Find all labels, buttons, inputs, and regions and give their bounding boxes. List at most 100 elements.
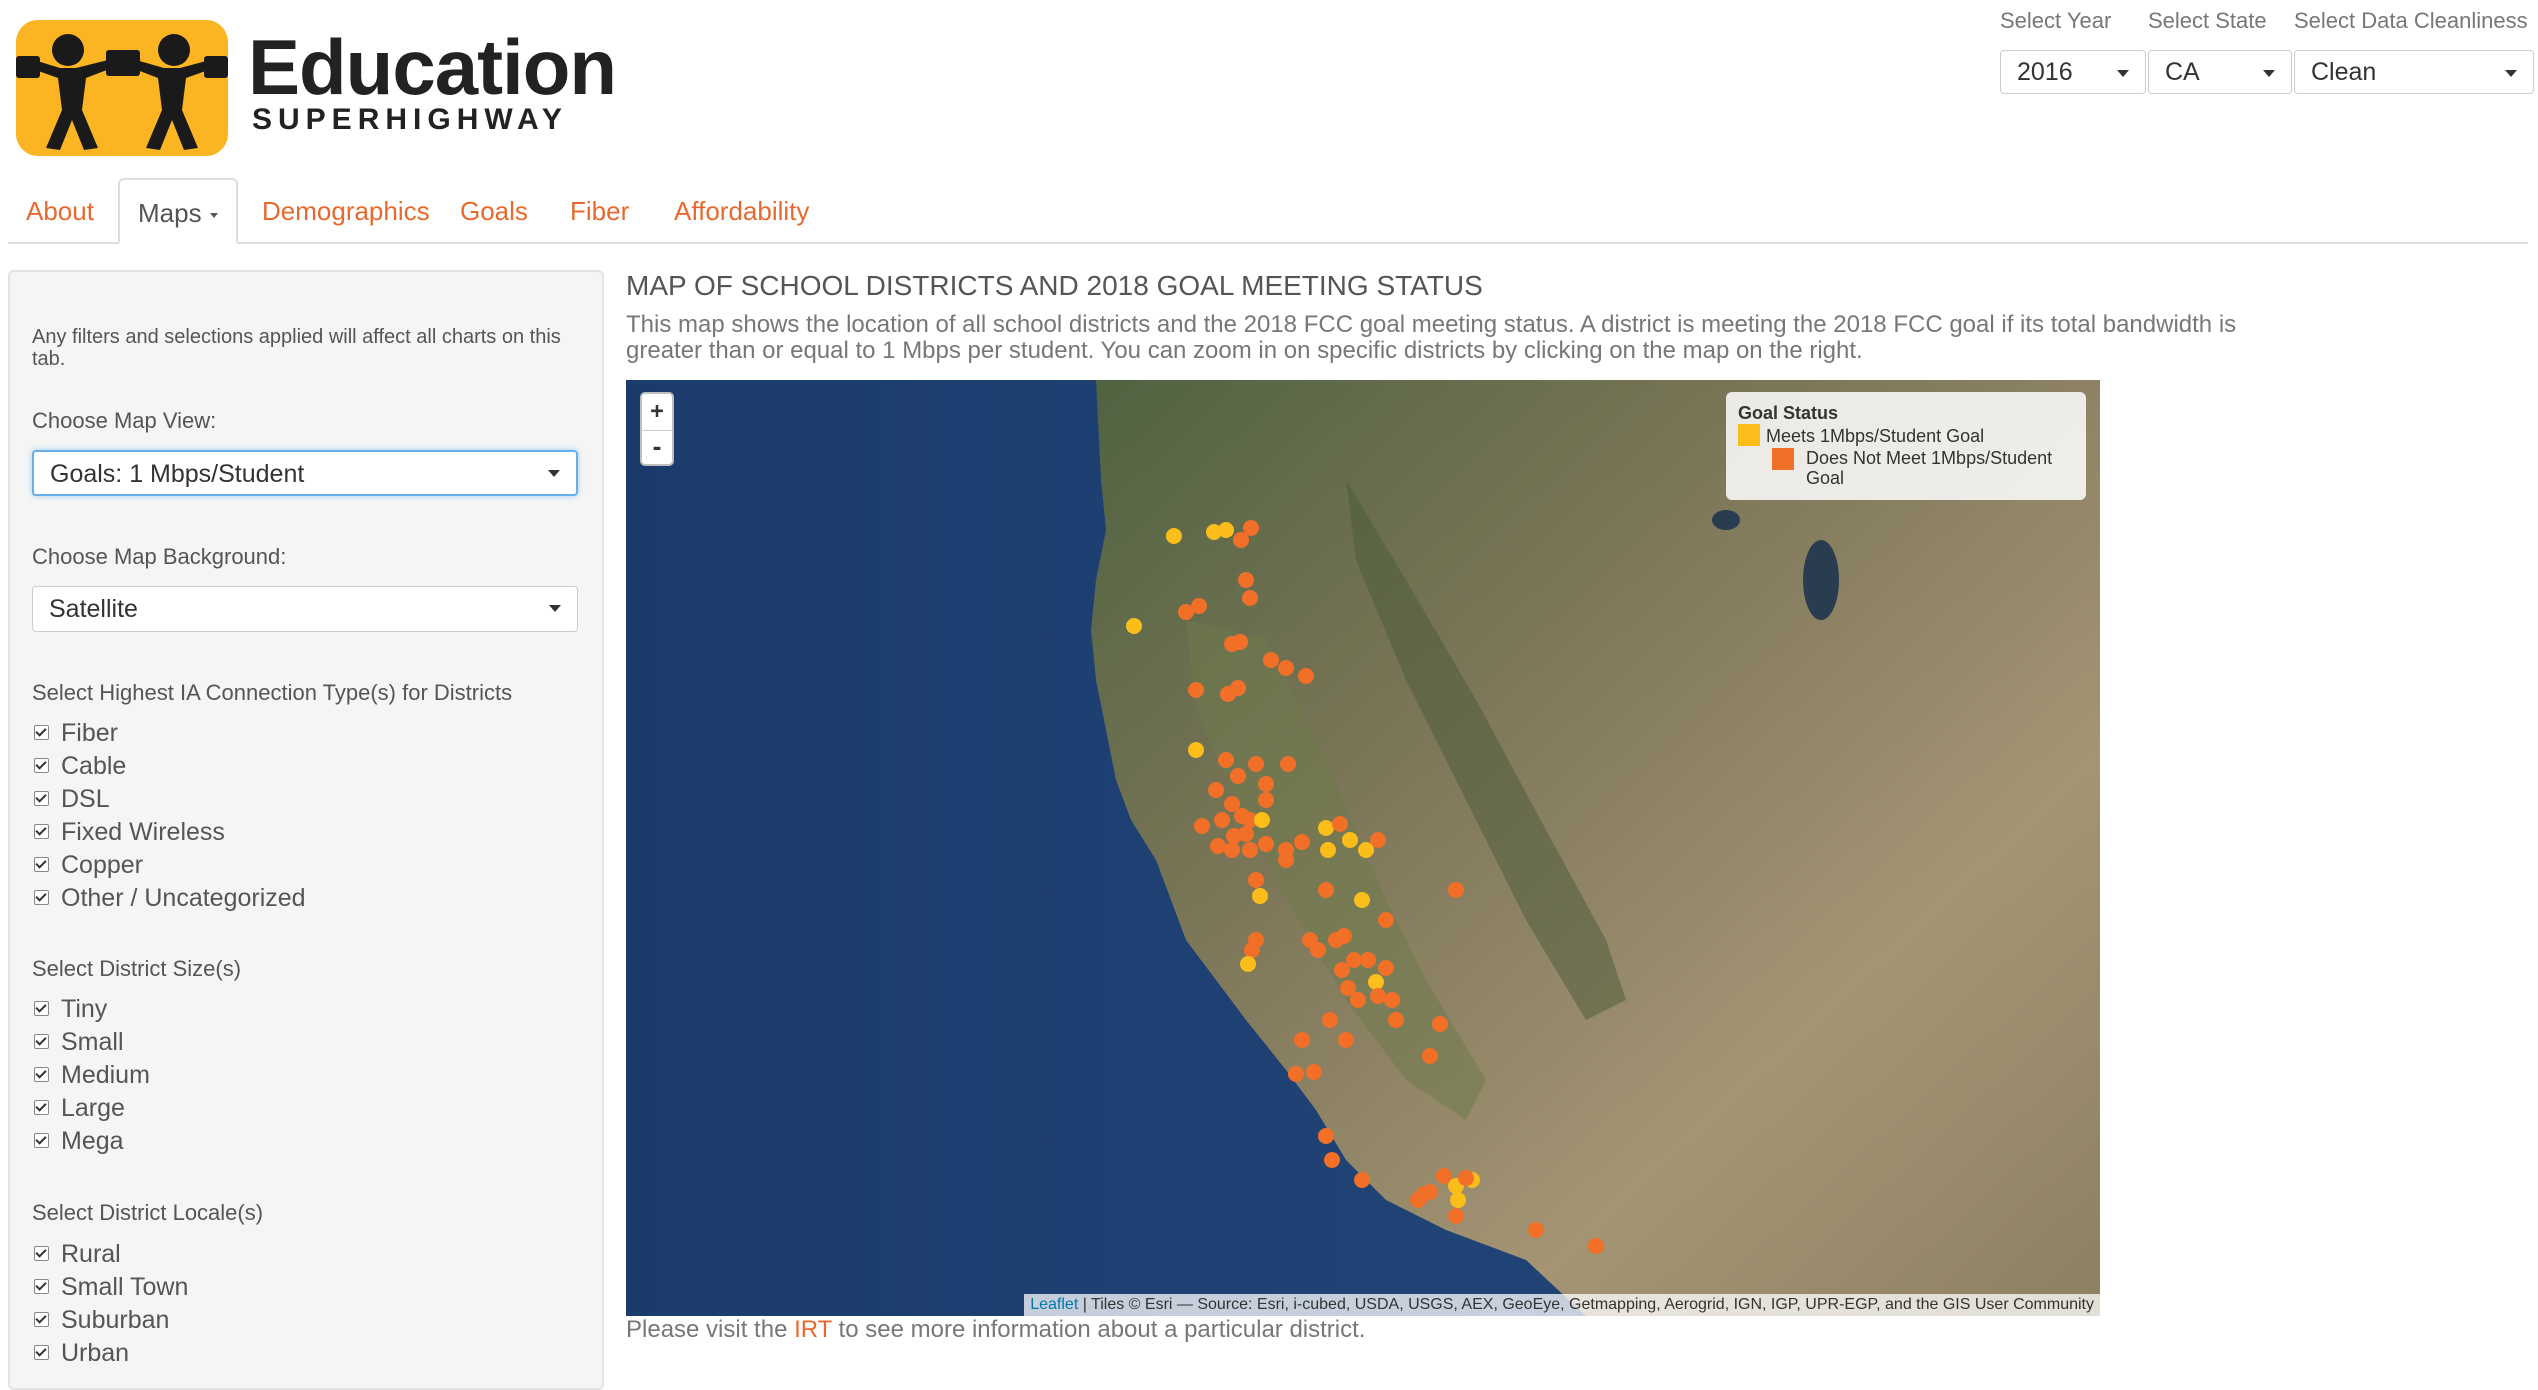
district-marker[interactable]: [1258, 792, 1274, 808]
district-marker[interactable]: [1432, 1016, 1448, 1032]
cleanliness-select[interactable]: Clean: [2294, 50, 2534, 94]
district-marker[interactable]: [1588, 1238, 1604, 1254]
tab-about[interactable]: About: [8, 178, 112, 242]
district-marker[interactable]: [1422, 1184, 1438, 1200]
district-marker[interactable]: [1388, 1012, 1404, 1028]
district-marker[interactable]: [1210, 838, 1226, 854]
checkbox-mega[interactable]: Mega: [34, 1126, 124, 1156]
district-marker[interactable]: [1230, 680, 1246, 696]
district-marker[interactable]: [1244, 942, 1260, 958]
checkbox-checked-icon[interactable]: [34, 1067, 49, 1082]
district-marker[interactable]: [1354, 1172, 1370, 1188]
tab-goals[interactable]: Goals: [442, 178, 546, 242]
district-marker[interactable]: [1306, 1064, 1322, 1080]
district-marker[interactable]: [1350, 992, 1366, 1008]
district-marker[interactable]: [1263, 652, 1279, 668]
district-marker[interactable]: [1450, 1192, 1466, 1208]
checkbox-other[interactable]: Other / Uncategorized: [34, 883, 306, 913]
district-marker[interactable]: [1252, 888, 1268, 904]
district-marker[interactable]: [1166, 528, 1182, 544]
district-marker[interactable]: [1233, 532, 1249, 548]
district-marker[interactable]: [1224, 842, 1240, 858]
map-view-select[interactable]: Goals: 1 Mbps/Student: [32, 450, 578, 496]
checkbox-copper[interactable]: Copper: [34, 850, 143, 880]
district-marker[interactable]: [1191, 598, 1207, 614]
checkbox-checked-icon[interactable]: [34, 857, 49, 872]
district-marker[interactable]: [1338, 1032, 1354, 1048]
district-marker[interactable]: [1242, 842, 1258, 858]
district-marker[interactable]: [1188, 742, 1204, 758]
district-marker[interactable]: [1294, 834, 1310, 850]
checkbox-tiny[interactable]: Tiny: [34, 994, 107, 1024]
district-marker[interactable]: [1194, 818, 1210, 834]
district-marker[interactable]: [1298, 668, 1314, 684]
checkbox-fiber[interactable]: Fiber: [34, 718, 118, 748]
district-marker[interactable]: [1458, 1170, 1474, 1186]
district-marker[interactable]: [1322, 1012, 1338, 1028]
district-marker[interactable]: [1288, 1066, 1304, 1082]
district-marker[interactable]: [1360, 952, 1376, 968]
district-marker[interactable]: [1448, 1208, 1464, 1224]
district-marker[interactable]: [1278, 660, 1294, 676]
district-marker[interactable]: [1208, 782, 1224, 798]
district-marker[interactable]: [1332, 816, 1348, 832]
year-select[interactable]: 2016: [2000, 50, 2146, 94]
tab-maps[interactable]: Maps: [118, 178, 238, 244]
checkbox-cable[interactable]: Cable: [34, 751, 126, 781]
irt-link[interactable]: IRT: [794, 1316, 832, 1343]
district-map[interactable]: + - Goal Status Meets 1Mbps/Student Goal…: [626, 380, 2100, 1316]
district-marker[interactable]: [1310, 942, 1326, 958]
checkbox-checked-icon[interactable]: [34, 725, 49, 740]
checkbox-medium[interactable]: Medium: [34, 1060, 150, 1090]
district-marker[interactable]: [1248, 872, 1264, 888]
district-marker[interactable]: [1342, 832, 1358, 848]
checkbox-suburban[interactable]: Suburban: [34, 1305, 169, 1335]
district-marker[interactable]: [1354, 892, 1370, 908]
map-background-select[interactable]: Satellite: [32, 586, 578, 632]
district-marker[interactable]: [1294, 1032, 1310, 1048]
checkbox-checked-icon[interactable]: [34, 824, 49, 839]
district-marker[interactable]: [1218, 752, 1234, 768]
district-marker[interactable]: [1320, 842, 1336, 858]
district-marker[interactable]: [1218, 522, 1234, 538]
district-marker[interactable]: [1378, 960, 1394, 976]
district-marker[interactable]: [1318, 882, 1334, 898]
checkbox-fixed-wireless[interactable]: Fixed Wireless: [34, 817, 225, 847]
leaflet-link[interactable]: Leaflet: [1030, 1296, 1078, 1313]
checkbox-checked-icon[interactable]: [34, 1133, 49, 1148]
district-marker[interactable]: [1448, 882, 1464, 898]
checkbox-rural[interactable]: Rural: [34, 1239, 121, 1269]
district-marker[interactable]: [1384, 992, 1400, 1008]
district-marker[interactable]: [1238, 572, 1254, 588]
district-marker[interactable]: [1368, 974, 1384, 990]
zoom-in-button[interactable]: +: [642, 394, 672, 429]
district-marker[interactable]: [1258, 776, 1274, 792]
checkbox-checked-icon[interactable]: [34, 1001, 49, 1016]
checkbox-small[interactable]: Small: [34, 1027, 124, 1057]
district-marker[interactable]: [1278, 852, 1294, 868]
district-marker[interactable]: [1254, 812, 1270, 828]
checkbox-checked-icon[interactable]: [34, 791, 49, 806]
checkbox-urban[interactable]: Urban: [34, 1338, 129, 1368]
district-marker[interactable]: [1126, 618, 1142, 634]
district-marker[interactable]: [1188, 682, 1204, 698]
district-marker[interactable]: [1238, 826, 1254, 842]
district-marker[interactable]: [1242, 590, 1258, 606]
district-marker[interactable]: [1240, 956, 1256, 972]
district-marker[interactable]: [1422, 1048, 1438, 1064]
tab-fiber[interactable]: Fiber: [552, 178, 647, 242]
checkbox-checked-icon[interactable]: [34, 1279, 49, 1294]
district-marker[interactable]: [1230, 768, 1246, 784]
district-marker[interactable]: [1318, 820, 1334, 836]
district-marker[interactable]: [1232, 634, 1248, 650]
district-marker[interactable]: [1258, 836, 1274, 852]
checkbox-checked-icon[interactable]: [34, 1312, 49, 1327]
district-marker[interactable]: [1370, 988, 1386, 1004]
tab-affordability[interactable]: Affordability: [656, 178, 827, 242]
state-select[interactable]: CA: [2148, 50, 2292, 94]
district-marker[interactable]: [1346, 952, 1362, 968]
district-marker[interactable]: [1318, 1128, 1334, 1144]
zoom-out-button[interactable]: -: [642, 430, 672, 466]
district-marker[interactable]: [1328, 932, 1344, 948]
district-marker[interactable]: [1436, 1168, 1452, 1184]
